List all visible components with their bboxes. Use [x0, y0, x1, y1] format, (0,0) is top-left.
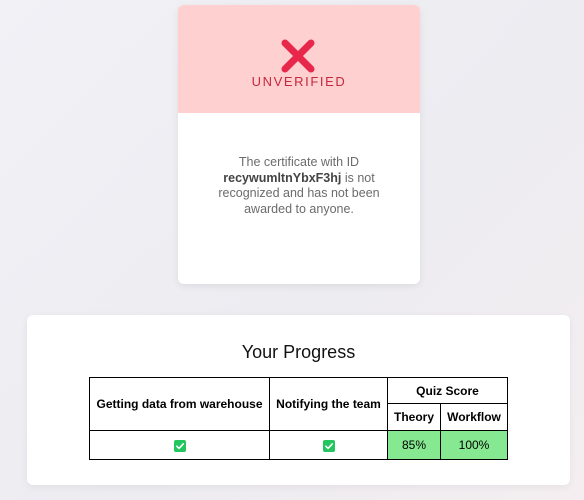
- column-header-workflow: Workflow: [440, 403, 508, 431]
- module1-status-cell: [89, 430, 270, 460]
- certificate-id: recywumltnYbxF3hj: [223, 170, 342, 185]
- progress-title: Your Progress: [241, 342, 356, 362]
- cross-icon: [281, 39, 315, 73]
- table-row: 85% 100%: [89, 430, 508, 460]
- theory-score-cell: 85%: [387, 430, 441, 460]
- checkbox-checked-icon: [173, 439, 186, 452]
- certificate-card: UNVERIFIED The certificate with ID recyw…: [178, 5, 420, 284]
- column-header-module2: Notifying the team: [269, 377, 388, 431]
- progress-card: Your Progress Getting data from warehous…: [27, 315, 570, 485]
- checkbox-checked-icon: [322, 439, 335, 452]
- workflow-score-cell: 100%: [440, 430, 508, 460]
- table-header-row: Getting data from warehouse Notifying th…: [89, 377, 508, 431]
- progress-table: Getting data from warehouse Notifying th…: [89, 377, 508, 460]
- column-header-quiz-score: Quiz Score: [387, 377, 508, 404]
- column-header-module1: Getting data from warehouse: [89, 377, 270, 431]
- certificate-status-header: UNVERIFIED: [178, 5, 420, 113]
- status-label: UNVERIFIED: [251, 74, 347, 89]
- certificate-message: The certificate with ID recywumltnYbxF3h…: [198, 155, 400, 217]
- module2-status-cell: [269, 430, 388, 460]
- message-before: The certificate with ID: [238, 155, 360, 169]
- column-header-theory: Theory: [387, 403, 441, 431]
